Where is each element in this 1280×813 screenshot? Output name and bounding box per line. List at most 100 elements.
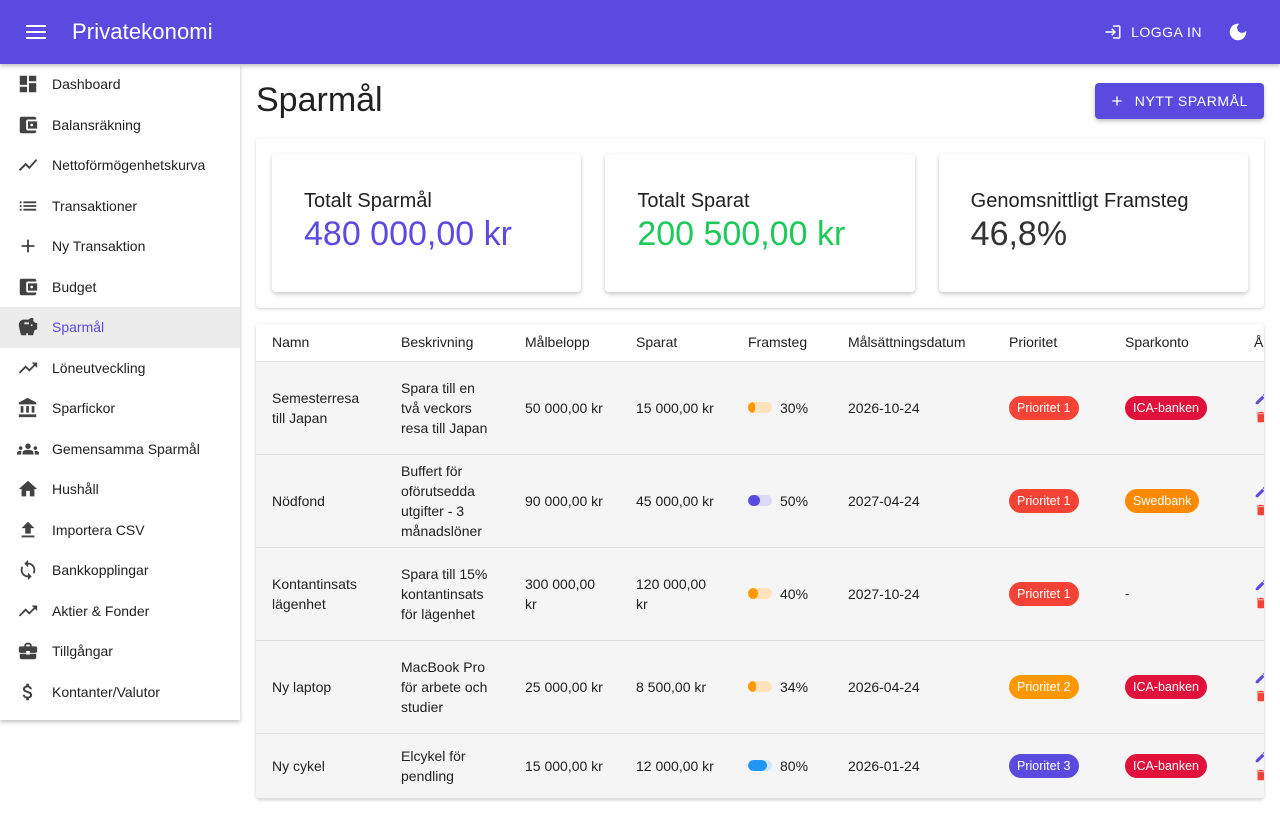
goal-name: Semesterresa till Japan	[256, 361, 385, 455]
wallet-icon	[17, 276, 39, 298]
list-icon	[17, 195, 39, 217]
goal-actions	[1238, 547, 1264, 641]
goal-priority: Prioritet 3	[993, 733, 1109, 799]
progress-bar	[748, 681, 772, 692]
sidebar-item-label: Ny Transaktion	[52, 238, 146, 255]
sidebar-item-nettoformogenhetskurva[interactable]: Nettoförmögenhetskurva	[0, 145, 240, 186]
sidebar-item-label: Gemensamma Sparmål	[52, 440, 200, 457]
goal-target-date: 2026-10-24	[832, 361, 993, 455]
sidebar-item-label: Budget	[52, 278, 97, 295]
column-header[interactable]: Sparat	[620, 324, 732, 362]
delete-icon[interactable]	[1254, 503, 1264, 517]
sidebar-item-balansrakning[interactable]: Balansräkning	[0, 105, 240, 146]
column-header[interactable]: Framsteg	[732, 324, 832, 362]
account-chip: ICA-banken	[1125, 753, 1208, 778]
goal-actions	[1238, 733, 1264, 799]
sidebar-item-bankkopplingar[interactable]: Bankkopplingar	[0, 550, 240, 591]
goal-actions	[1238, 640, 1264, 734]
dark-mode-toggle[interactable]	[1218, 12, 1258, 52]
sidebar-item-tillgangar[interactable]: Tillgångar	[0, 631, 240, 672]
delete-icon[interactable]	[1254, 768, 1264, 782]
goal-actions	[1238, 454, 1264, 548]
sidebar-item-dashboard[interactable]: Dashboard	[0, 64, 240, 105]
column-header[interactable]: Beskrivning	[385, 324, 509, 362]
goal-progress: 80%	[732, 733, 832, 799]
table-row[interactable]: Ny laptop MacBook Pro för arbete och stu…	[256, 640, 1264, 734]
goal-priority: Prioritet 2	[993, 640, 1109, 734]
sidebar-item-aktier-fonder[interactable]: Aktier & Fonder	[0, 591, 240, 632]
column-header[interactable]: Målsättningsdatum	[832, 324, 993, 362]
sidebar-item-sparfickor[interactable]: Sparfickor	[0, 388, 240, 429]
bank-sync-icon	[17, 559, 39, 581]
app-bar: Privatekonomi LOGGA IN	[0, 0, 1280, 64]
goal-actions	[1238, 361, 1264, 455]
table-row[interactable]: Semesterresa till Japan Spara till en tv…	[256, 361, 1264, 455]
sidebar-item-ny-transaktion[interactable]: Ny Transaktion	[0, 226, 240, 267]
new-goal-button[interactable]: NYTT SPARMÅL	[1094, 83, 1264, 119]
stats-panel: Totalt Sparmål 480 000,00 kr Totalt Spar…	[256, 138, 1264, 308]
sidebar-item-kontanter-valutor[interactable]: Kontanter/Valutor	[0, 672, 240, 713]
login-button[interactable]: LOGGA IN	[1095, 17, 1210, 47]
progress-fill	[748, 681, 757, 692]
sidebar-item-importera-csv[interactable]: Importera CSV	[0, 510, 240, 551]
login-label: LOGGA IN	[1131, 24, 1202, 40]
goal-description: Spara till en två veckors resa till Japa…	[385, 361, 509, 455]
progress-label: 50%	[780, 492, 809, 509]
goal-saved-amount: 8 500,00 kr	[620, 640, 732, 734]
delete-icon[interactable]	[1254, 410, 1264, 424]
goal-account: ICA-banken	[1109, 361, 1238, 455]
goal-name: Ny laptop	[256, 640, 385, 734]
delete-icon[interactable]	[1254, 689, 1264, 703]
goal-saved-amount: 120 000,00 kr	[620, 547, 732, 641]
sidebar-item-hushall[interactable]: Hushåll	[0, 469, 240, 510]
column-header[interactable]: Namn	[256, 324, 385, 362]
edit-icon[interactable]	[1254, 392, 1264, 406]
piggy-bank-icon	[17, 316, 39, 338]
goal-progress: 30%	[732, 361, 832, 455]
wallet-icon	[17, 114, 39, 136]
table-row[interactable]: Kontantinsats lägenhet Spara till 15% ko…	[256, 547, 1264, 641]
goal-account: ICA-banken	[1109, 733, 1238, 799]
goal-target-date: 2026-01-24	[832, 733, 993, 799]
stat-value: 200 500,00 kr	[637, 215, 846, 253]
login-icon	[1105, 25, 1121, 39]
edit-icon[interactable]	[1254, 485, 1264, 499]
edit-icon[interactable]	[1254, 750, 1264, 764]
upload-icon	[17, 519, 39, 541]
table-row[interactable]: Nödfond Buffert för oförutsedda utgifter…	[256, 454, 1264, 548]
sidebar-item-loneutveckling[interactable]: Löneutveckling	[0, 348, 240, 389]
goal-account: -	[1109, 547, 1238, 641]
edit-icon[interactable]	[1254, 578, 1264, 592]
sidebar-item-sparmal[interactable]: Sparmål	[0, 307, 240, 348]
column-header[interactable]: Målbelopp	[509, 324, 620, 362]
column-header[interactable]: Å	[1238, 324, 1264, 362]
group-icon	[17, 438, 39, 460]
progress-fill	[748, 495, 760, 506]
trending-up-icon	[17, 600, 39, 622]
progress-label: 30%	[780, 399, 809, 416]
stat-card-average-progress: Genomsnittligt Framsteg 46,8%	[938, 154, 1248, 292]
progress-fill	[748, 402, 756, 413]
goals-table-panel: Namn Beskrivning Målbelopp Sparat Framst…	[256, 324, 1264, 799]
delete-icon[interactable]	[1254, 596, 1264, 610]
progress-label: 40%	[780, 585, 809, 602]
menu-icon[interactable]	[12, 8, 60, 56]
sidebar-item-label: Sparfickor	[52, 400, 116, 417]
column-header[interactable]: Sparkonto	[1109, 324, 1238, 362]
progress-bar	[748, 495, 772, 506]
goal-description: Spara till 15% kontantinsats för lägenhe…	[385, 547, 509, 641]
sidebar-item-budget[interactable]: Budget	[0, 267, 240, 308]
goal-target-date: 2027-10-24	[832, 547, 993, 641]
sidebar-item-label: Hushåll	[52, 481, 99, 498]
column-header[interactable]: Prioritet	[993, 324, 1109, 362]
sidebar: Dashboard Balansräkning Nettoförmögenhet…	[0, 64, 240, 720]
goal-saved-amount: 45 000,00 kr	[620, 454, 732, 548]
sidebar-item-gemensamma-sparmal[interactable]: Gemensamma Sparmål	[0, 429, 240, 470]
progress-fill	[748, 588, 758, 599]
goal-target-amount: 25 000,00 kr	[509, 640, 620, 734]
edit-icon[interactable]	[1254, 671, 1264, 685]
table-row[interactable]: Ny cykel Elcykel för pendling 15 000,00 …	[256, 733, 1264, 799]
page-title: Sparmål	[256, 80, 383, 119]
plus-icon	[17, 235, 39, 257]
sidebar-item-transaktioner[interactable]: Transaktioner	[0, 186, 240, 227]
